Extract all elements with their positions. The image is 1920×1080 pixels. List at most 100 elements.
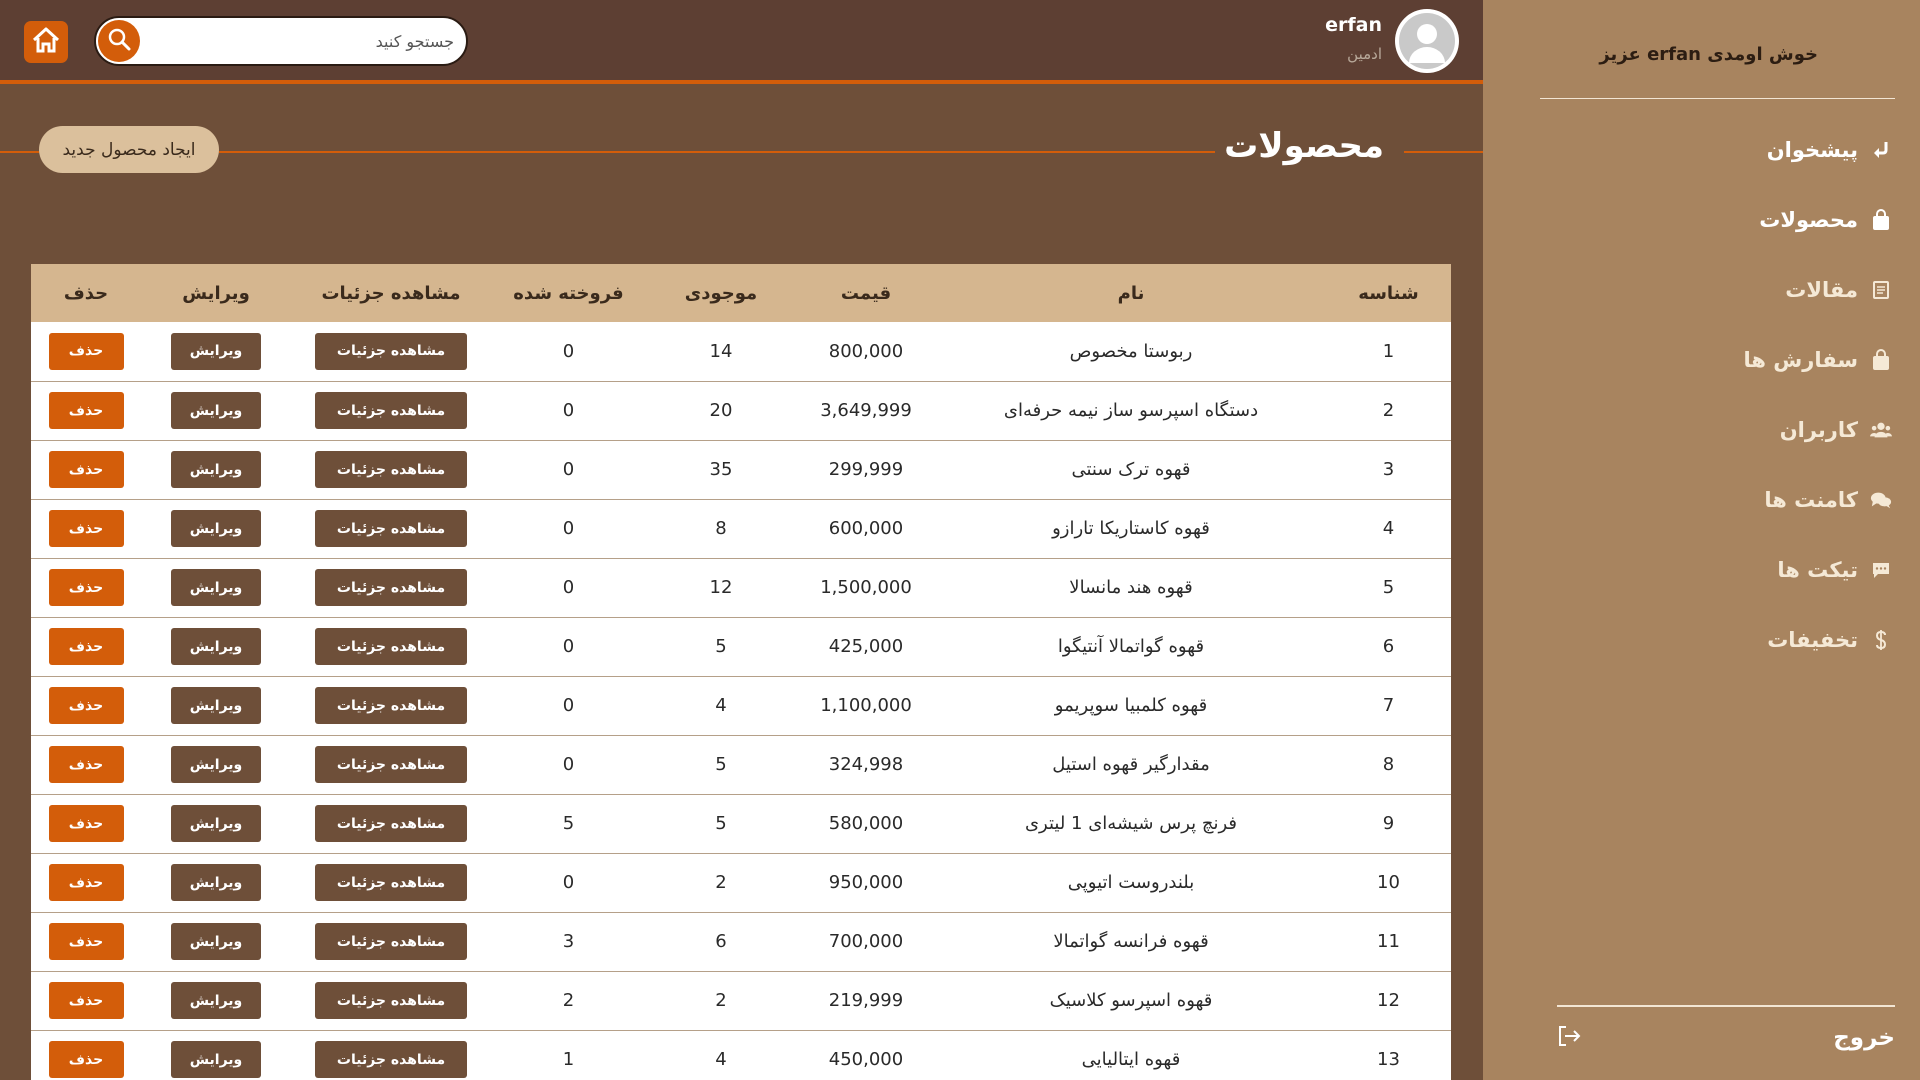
search-icon xyxy=(106,26,132,56)
search-input[interactable] xyxy=(154,18,454,64)
delete-button[interactable]: حذف xyxy=(48,569,124,606)
edit-button[interactable]: ویرایش xyxy=(171,923,261,960)
sidebar-item-label: محصولات xyxy=(1759,208,1858,232)
sidebar-item-orders[interactable]: سفارش ها xyxy=(1744,340,1892,380)
logout-label: خروج xyxy=(1833,1025,1895,1051)
delete-button[interactable]: حذف xyxy=(48,1041,124,1078)
edit-button[interactable]: ویرایش xyxy=(171,1041,261,1078)
sidebar-item-label: مقالات xyxy=(1785,278,1858,302)
sidebar-item-discounts[interactable]: تخفیفات xyxy=(1767,620,1892,660)
cell-edit: ویرایش xyxy=(141,381,291,440)
cell-details: مشاهده جزئیات xyxy=(291,440,491,499)
table-row: 12 قهوه اسپرسو کلاسیک 219,999 2 2 مشاهده جزئی… xyxy=(31,971,1451,1030)
cell-id: 1 xyxy=(1382,340,1395,362)
cell-details: مشاهده جزئیات xyxy=(291,558,491,617)
view-details-button[interactable]: مشاهده جزئیات xyxy=(315,628,467,665)
table-row: 2 دستگاه اسپرسو ساز نیمه حرفه‌ای 3,649,999… xyxy=(31,381,1451,440)
delete-button[interactable]: حذف xyxy=(48,451,124,488)
cell-stock: 14 xyxy=(709,340,733,362)
cell-sold: 0 xyxy=(562,518,575,539)
logout-button[interactable]: خروج xyxy=(1557,1018,1895,1058)
table-row: 9 فرنچ پرس شیشه‌ای 1 لیتری 580,000 5 5 مشاهده… xyxy=(31,794,1451,853)
cell-sold: 1 xyxy=(562,1049,575,1070)
bag-icon xyxy=(1870,349,1892,371)
search-button[interactable] xyxy=(98,20,140,62)
title-divider-middle xyxy=(219,151,1215,153)
view-details-button[interactable]: مشاهده جزئیات xyxy=(315,510,467,547)
edit-button[interactable]: ویرایش xyxy=(171,805,261,842)
view-details-button[interactable]: مشاهده جزئیات xyxy=(315,982,467,1019)
view-details-button[interactable]: مشاهده جزئیات xyxy=(315,1041,467,1078)
sidebar-item-tickets[interactable]: تیکت ها xyxy=(1777,550,1892,590)
sidebar-item-products[interactable]: محصولات xyxy=(1759,200,1892,240)
cell-stock: 12 xyxy=(709,577,733,598)
sidebar-item-users[interactable]: کاربران xyxy=(1780,410,1892,450)
cell-edit: ویرایش xyxy=(141,1030,291,1080)
edit-button[interactable]: ویرایش xyxy=(171,982,261,1019)
cell-stock: 2 xyxy=(715,990,727,1011)
cell-sold: 0 xyxy=(562,459,575,480)
sidebar: خوش اومدی erfan عزیز پیشخوان محصولات مقا… xyxy=(1483,0,1920,1080)
sidebar-item-articles[interactable]: مقالات xyxy=(1785,270,1892,310)
cell-name: مقدارگیر قهوه استیل xyxy=(1052,754,1210,775)
user-name: erfan xyxy=(1325,14,1382,36)
view-details-button[interactable]: مشاهده جزئیات xyxy=(315,687,467,724)
edit-button[interactable]: ویرایش xyxy=(171,687,261,724)
view-details-button[interactable]: مشاهده جزئیات xyxy=(315,332,467,370)
edit-button[interactable]: ویرایش xyxy=(171,864,261,901)
cell-name: قهوه فرانسه گواتمالا xyxy=(1053,931,1209,952)
column-header-sold: فروخته شده xyxy=(513,282,624,304)
delete-button[interactable]: حذف xyxy=(48,864,124,901)
sidebar-item-label: کاربران xyxy=(1779,418,1858,442)
cell-name: بلندروست اتیوپی xyxy=(1067,872,1195,893)
edit-button[interactable]: ویرایش xyxy=(171,332,261,370)
column-header-delete: حذف xyxy=(63,282,109,304)
cell-details: مشاهده جزئیات xyxy=(291,617,491,676)
view-details-button[interactable]: مشاهده جزئیات xyxy=(315,923,467,960)
column-header-price: قیمت xyxy=(840,282,892,304)
users-icon xyxy=(1870,419,1892,441)
title-divider-right xyxy=(1404,151,1483,153)
home-button[interactable] xyxy=(24,21,68,63)
delete-button[interactable]: حذف xyxy=(48,392,124,429)
delete-button[interactable]: حذف xyxy=(48,628,124,665)
cell-delete: حذف xyxy=(31,676,141,735)
delete-button[interactable]: حذف xyxy=(48,746,124,783)
edit-button[interactable]: ویرایش xyxy=(171,746,261,783)
view-details-button[interactable]: مشاهده جزئیات xyxy=(315,746,467,783)
delete-button[interactable]: حذف xyxy=(48,687,124,724)
sidebar-item-comments[interactable]: کامنت ها xyxy=(1764,480,1892,520)
cell-price: 700,000 xyxy=(828,931,904,952)
cell-delete: حذف xyxy=(31,558,141,617)
delete-button[interactable]: حذف xyxy=(48,332,124,370)
cell-delete: حذف xyxy=(31,381,141,440)
delete-button[interactable]: حذف xyxy=(48,805,124,842)
view-details-button[interactable]: مشاهده جزئیات xyxy=(315,805,467,842)
user-silhouette-icon xyxy=(1399,13,1455,69)
edit-button[interactable]: ویرایش xyxy=(171,392,261,429)
delete-button[interactable]: حذف xyxy=(48,510,124,547)
edit-button[interactable]: ویرایش xyxy=(171,628,261,665)
column-header-name: نام xyxy=(1117,282,1145,304)
sidebar-item-label: پیشخوان xyxy=(1766,138,1858,162)
sidebar-item-dashboard[interactable]: پیشخوان xyxy=(1767,130,1892,170)
cell-id: 11 xyxy=(1377,931,1400,952)
cell-details: مشاهده جزئیات xyxy=(291,381,491,440)
edit-button[interactable]: ویرایش xyxy=(171,451,261,488)
user-role: ادمین xyxy=(1347,45,1382,63)
view-details-button[interactable]: مشاهده جزئیات xyxy=(315,451,467,488)
delete-button[interactable]: حذف xyxy=(48,923,124,960)
avatar[interactable] xyxy=(1395,9,1459,73)
view-details-button[interactable]: مشاهده جزئیات xyxy=(315,569,467,606)
cell-delete: حذف xyxy=(31,1030,141,1080)
view-details-button[interactable]: مشاهده جزئیات xyxy=(315,864,467,901)
delete-button[interactable]: حذف xyxy=(48,982,124,1019)
edit-button[interactable]: ویرایش xyxy=(171,569,261,606)
cell-id: 12 xyxy=(1377,990,1400,1011)
create-product-button[interactable]: ایجاد محصول جدید xyxy=(39,126,219,173)
edit-button[interactable]: ویرایش xyxy=(171,510,261,547)
cell-stock: 5 xyxy=(715,636,727,657)
cell-name: قهوه ایتالیایی xyxy=(1081,1049,1181,1070)
table-row: 8 مقدارگیر قهوه استیل 324,998 5 0 مشاهده جزئی… xyxy=(31,735,1451,794)
view-details-button[interactable]: مشاهده جزئیات xyxy=(315,392,467,429)
